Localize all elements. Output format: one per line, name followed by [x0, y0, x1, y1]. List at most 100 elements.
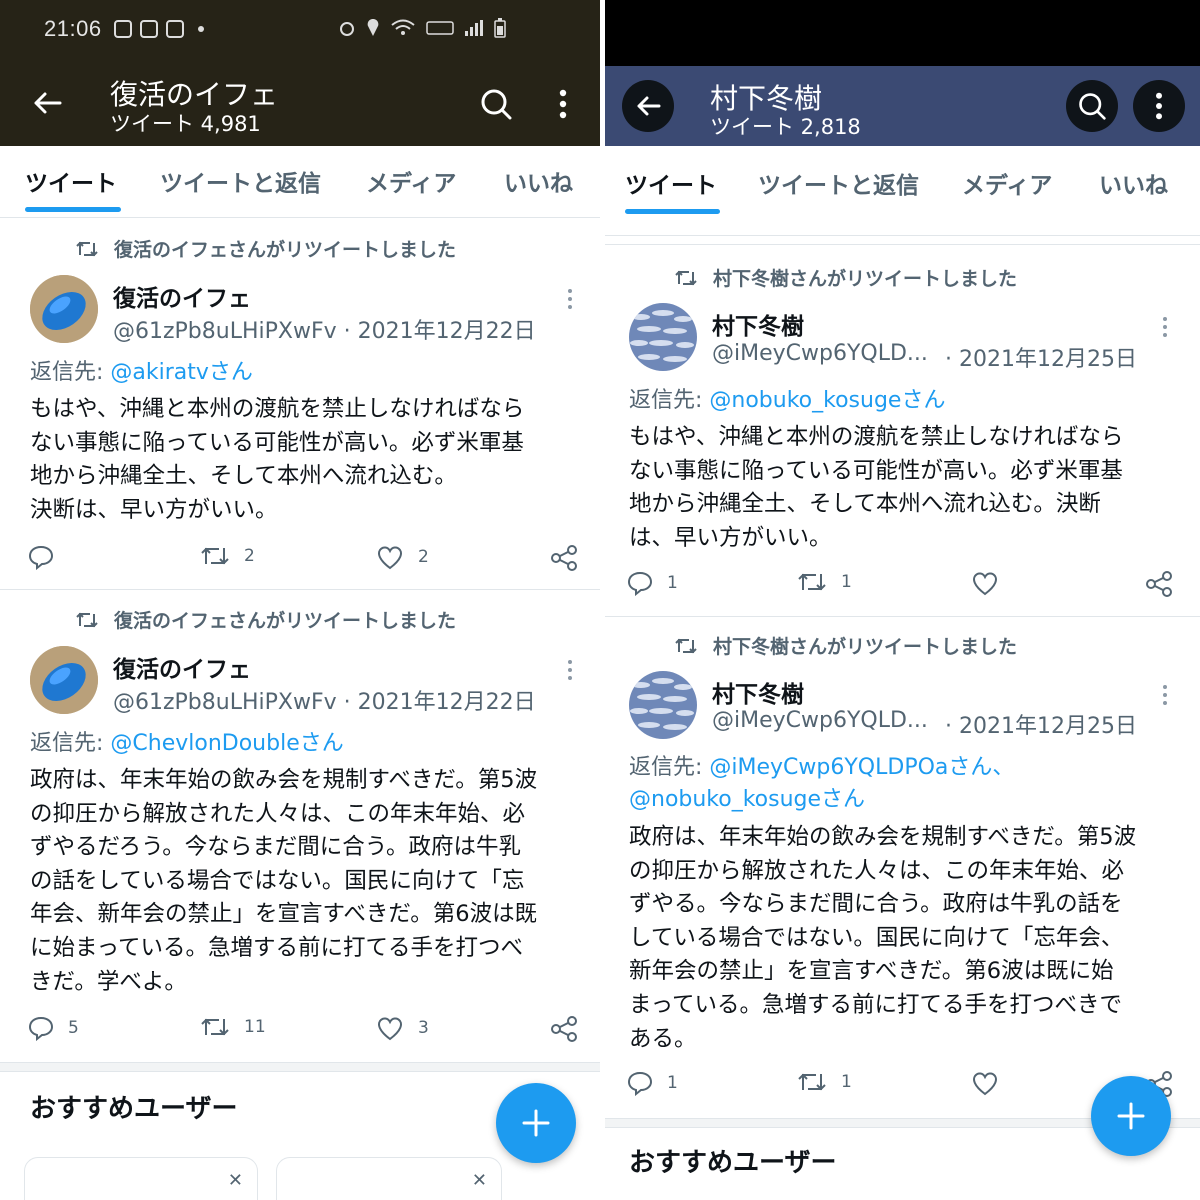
- tweet-more-icon[interactable]: [1163, 685, 1169, 705]
- avatar[interactable]: [629, 671, 697, 739]
- more-menu-icon[interactable]: [1133, 80, 1185, 132]
- retweet-button[interactable]: 1: [797, 1070, 852, 1094]
- tab-tweets[interactable]: ツイート: [25, 164, 117, 198]
- tweet-text: もはや、沖縄と本州の渡航を禁止しなければなら ない事態に陥っている可能性が高い。…: [629, 421, 1123, 555]
- reply-to-link[interactable]: @iMeyCwp6YQLDPOaさん、: [709, 755, 1014, 780]
- avatar[interactable]: [30, 275, 98, 343]
- reply-button[interactable]: 1: [627, 1070, 678, 1096]
- like-button[interactable]: [971, 1070, 1013, 1096]
- retweet-context-label: 復活のイフェさんがリツイートしました: [114, 610, 457, 632]
- volte-icon: [426, 21, 454, 35]
- retweet-icon: [201, 1018, 229, 1036]
- reply-icon: [627, 1071, 653, 1096]
- tweet-text-line: まっている。急増する前に打てる手を打つべきで: [629, 991, 1122, 1018]
- tweet-more-icon[interactable]: [568, 289, 574, 309]
- retweet-context: 復活のイフェさんがリツイートしました: [76, 235, 456, 262]
- tweet-text-line: 新年会の禁止」を宣言すべきだ。第6波は既に始: [629, 958, 1114, 985]
- tab-tweets-replies[interactable]: ツイートと返信: [160, 164, 321, 198]
- who-to-follow-title: おすすめユーザー: [30, 1094, 238, 1124]
- share-button[interactable]: [1145, 570, 1173, 598]
- tweet-separator: [605, 244, 1200, 245]
- notification-icons: [113, 20, 204, 38]
- close-icon[interactable]: ✕: [472, 1170, 487, 1191]
- handle-date: @61zPb8uLHiPXwFv · 2021年12月22日: [113, 319, 536, 344]
- tweet-text-line: 決断は、早い方がいい。: [30, 496, 278, 523]
- more-menu-icon[interactable]: [550, 86, 576, 122]
- tweet-count: ツイート 4,981: [110, 112, 261, 136]
- like-count: 3: [418, 1018, 429, 1038]
- like-button[interactable]: 3: [376, 1015, 429, 1041]
- tweet-date: · 2021年12月25日: [945, 714, 1137, 739]
- tweet-text-line: ずやるだろう。今ならまだ間に合う。政府は牛乳: [30, 834, 521, 861]
- who-to-follow-title: おすすめユーザー: [629, 1148, 837, 1178]
- tweet-more-icon[interactable]: [568, 660, 574, 680]
- tweet-text-line: ない事態に陥っている可能性が高い。必ず米軍基: [629, 457, 1123, 484]
- wifi-icon: [391, 19, 415, 35]
- retweet-button[interactable]: 1: [797, 570, 852, 594]
- share-icon: [551, 1016, 577, 1042]
- tweet-more-icon[interactable]: [1163, 317, 1169, 337]
- display-name[interactable]: 村下冬樹: [712, 307, 804, 341]
- display-name[interactable]: 復活のイフェ: [113, 279, 251, 313]
- alarm-icon: [340, 22, 354, 36]
- right-screenshot: 村下冬樹 ツイート 2,818 ツイート ツイートと返信 メディア いいね 村下…: [605, 0, 1200, 1200]
- reply-icon: [28, 1016, 54, 1041]
- battery-icon: [494, 18, 506, 38]
- like-button[interactable]: [971, 570, 1013, 596]
- reply-prefix: 返信先:: [629, 388, 710, 413]
- avatar[interactable]: [30, 646, 98, 714]
- tab-likes[interactable]: いいね: [1099, 166, 1168, 200]
- tab-media[interactable]: メディア: [366, 164, 456, 198]
- tweet-text-line: もはや、沖縄と本州の渡航を禁止しなければなら: [629, 424, 1124, 450]
- retweet-button[interactable]: 2: [200, 544, 255, 568]
- retweet-count: 1: [841, 1072, 852, 1092]
- heart-icon: [378, 1017, 402, 1041]
- tweet-text-line: ずやる。今ならまだ間に合う。政府は牛乳の話を: [629, 891, 1123, 918]
- search-icon[interactable]: [476, 84, 516, 124]
- retweet-context: 復活のイフェさんがリツイートしました: [76, 606, 456, 633]
- share-button[interactable]: [550, 544, 578, 572]
- tab-tweets[interactable]: ツイート: [625, 166, 717, 200]
- tweet-text-line: もはや、沖縄と本州の渡航を禁止しなければなら: [30, 396, 525, 422]
- retweet-button[interactable]: 11: [200, 1015, 266, 1039]
- tweet-text-line: 地から沖縄全土、そして本州へ流れ込む。: [30, 463, 457, 490]
- reply-to-line: 返信先: @iMeyCwp6YQLDPOaさん、 @nobuko_kosugeさ…: [629, 752, 1014, 816]
- retweet-context-label: 復活のイフェさんがリツイートしました: [114, 239, 457, 261]
- handle: @iMeyCwp6YQLD...: [712, 708, 928, 733]
- back-arrow-icon[interactable]: [30, 86, 64, 120]
- reply-count: 5: [68, 1018, 79, 1038]
- reply-to-link[interactable]: @ChevlonDoubleさん: [110, 731, 343, 756]
- reply-to-link[interactable]: @nobuko_kosugeさん: [709, 388, 945, 413]
- reply-count: 1: [667, 573, 678, 593]
- tweet-text: 政府は、年末年始の飲み会を規制すべきだ。第5波 の抑圧から解放された人々は、この…: [30, 764, 537, 999]
- tab-tweets-replies[interactable]: ツイートと返信: [758, 166, 919, 200]
- retweet-icon: [675, 270, 697, 285]
- profile-title: 復活のイフェ: [110, 78, 279, 111]
- handle-date: @61zPb8uLHiPXwFv · 2021年12月22日: [113, 690, 536, 715]
- signal-icon: [465, 20, 483, 36]
- reply-button[interactable]: 5: [28, 1015, 79, 1041]
- search-icon[interactable]: [1066, 80, 1118, 132]
- system-icons: [338, 18, 506, 38]
- share-button[interactable]: [550, 1015, 578, 1043]
- compose-tweet-button[interactable]: [496, 1083, 576, 1163]
- reply-to-link[interactable]: @akiratvさん: [110, 360, 253, 385]
- display-name[interactable]: 村下冬樹: [712, 675, 804, 709]
- user-suggestion-card[interactable]: ✕: [24, 1157, 258, 1200]
- user-suggestion-card[interactable]: ✕: [276, 1157, 502, 1200]
- tab-media[interactable]: メディア: [962, 166, 1052, 200]
- compose-tweet-button[interactable]: [1091, 1076, 1171, 1156]
- avatar[interactable]: [629, 303, 697, 371]
- like-button[interactable]: 2: [376, 544, 429, 570]
- tab-likes[interactable]: いいね: [504, 164, 573, 198]
- reply-button[interactable]: [28, 544, 68, 570]
- tweet-text-line: は、早い方がいい。: [629, 524, 832, 551]
- heart-icon: [973, 1072, 997, 1096]
- close-icon[interactable]: ✕: [228, 1170, 243, 1191]
- reply-button[interactable]: 1: [627, 570, 678, 596]
- tweet-separator: [0, 589, 600, 590]
- tweet-text-line: ある。: [629, 1025, 697, 1052]
- reply-to-link[interactable]: @nobuko_kosugeさん: [629, 787, 865, 812]
- display-name[interactable]: 復活のイフェ: [113, 650, 251, 684]
- back-arrow-icon[interactable]: [622, 80, 674, 132]
